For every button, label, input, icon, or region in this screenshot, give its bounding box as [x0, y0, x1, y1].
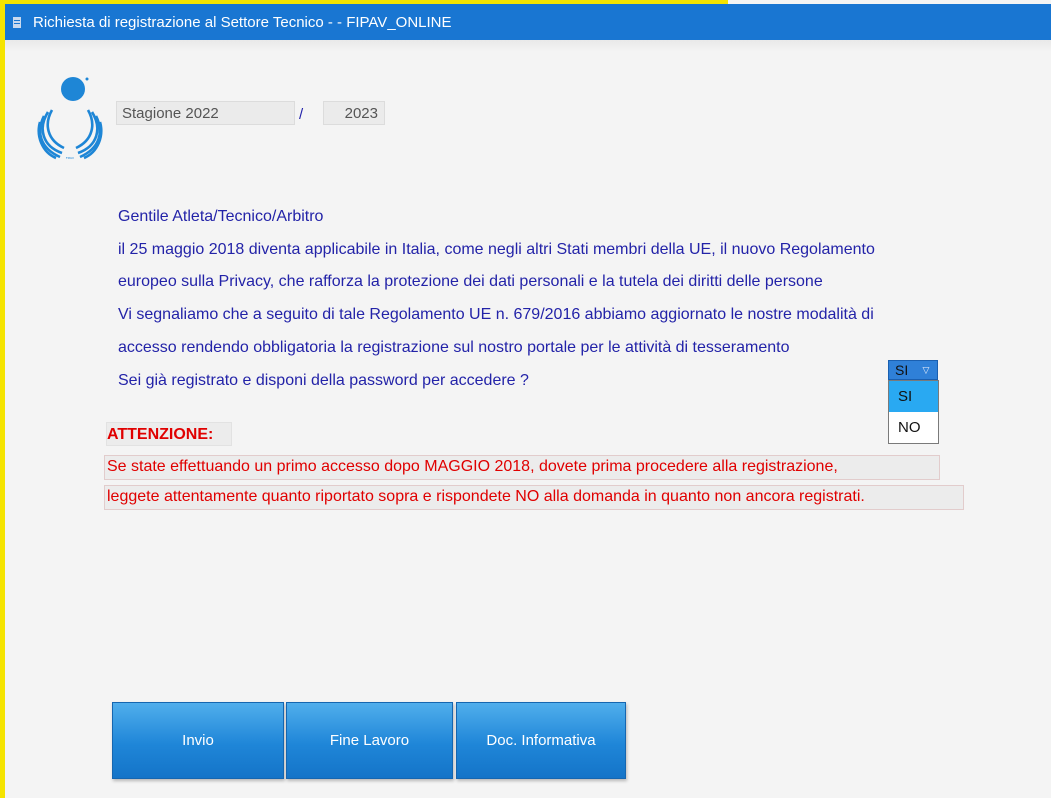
chevron-down-icon: ▽ [922, 364, 930, 375]
season-end-field[interactable]: 2023 [323, 101, 385, 125]
dropdown-option-no[interactable]: NO [889, 412, 938, 443]
invio-button[interactable]: Invio [112, 702, 284, 779]
privacy-notice: Gentile Atleta/Tecnico/Arbitro il 25 mag… [118, 201, 1008, 397]
notice-line: Vi segnaliamo che a seguito di tale Rego… [118, 306, 874, 324]
notice-line: accesso rendendo obbligatoria la registr… [118, 338, 790, 356]
title-bar: Richiesta di registrazione al Settore Te… [5, 4, 1051, 40]
season-start-field[interactable]: Stagione 2022 [116, 101, 295, 125]
registered-question: Sei già registrato e disponi della passw… [118, 371, 529, 389]
attention-line-2: leggete attentamente quanto riportato so… [104, 485, 964, 510]
registered-dropdown-list: SI NO [888, 380, 939, 444]
attention-title: ATTENZIONE: [106, 422, 232, 446]
window-border-left [0, 0, 5, 798]
doc-informativa-button[interactable]: Doc. Informativa [456, 702, 626, 779]
fine-lavoro-button[interactable]: Fine Lavoro [286, 702, 453, 779]
title-bar-shadow [5, 40, 1051, 52]
document-icon [13, 16, 21, 28]
window-title: Richiesta di registrazione al Settore Te… [33, 13, 452, 31]
svg-text:FIPAV: FIPAV [66, 156, 75, 160]
registered-select[interactable]: SI ▽ [888, 360, 938, 380]
registered-select-value: SI [895, 362, 909, 378]
dropdown-option-si[interactable]: SI [889, 381, 938, 412]
notice-greeting: Gentile Atleta/Tecnico/Arbitro [118, 208, 324, 225]
attention-line-1: Se state effettuando un primo accesso do… [104, 455, 940, 480]
notice-line: europeo sulla Privacy, che rafforza la p… [118, 273, 823, 291]
notice-line: il 25 maggio 2018 diventa applicabile in… [118, 240, 875, 258]
fipav-logo: FIPAV [37, 77, 103, 160]
season-separator: / [299, 106, 304, 123]
